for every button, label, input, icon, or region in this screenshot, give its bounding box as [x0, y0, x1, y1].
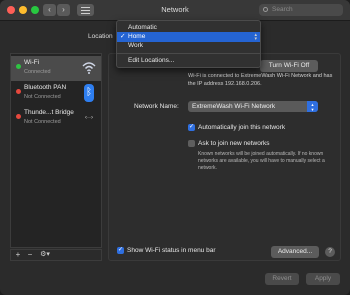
auto-join-checkbox[interactable]: ✓ [188, 124, 195, 131]
service-item-thunderbolt-bridge[interactable]: Thunde...t Bridge Not Connected ‹··› [11, 106, 101, 131]
service-list: Wi-Fi Connected Bluetooth PAN Not Connec… [10, 53, 102, 248]
status-dot [16, 64, 21, 69]
menu-separator [117, 53, 260, 54]
status-dot [16, 114, 21, 119]
ask-join-label: Ask to join new networks [198, 140, 270, 147]
show-status-checkbox[interactable]: ✓ [117, 247, 124, 254]
menu-item-label: Work [128, 42, 144, 49]
menu-item-work[interactable]: Work [117, 41, 260, 51]
service-status: Connected [24, 69, 51, 75]
up-down-arrows-icon: ▴ ▾ [254, 32, 257, 42]
service-status: Not Connected [24, 94, 61, 100]
menu-item-label: Automatic [128, 24, 157, 31]
menu-item-label: Home [128, 33, 146, 40]
network-name-label: Network Name: [134, 103, 179, 110]
service-name: Bluetooth PAN [24, 84, 67, 91]
service-item-bluetooth-pan[interactable]: Bluetooth PAN Not Connected ᛒ [11, 81, 101, 106]
apply-button[interactable]: Apply [306, 273, 340, 285]
select-arrows-icon: ▴ ▾ [307, 101, 318, 112]
bluetooth-icon: ᛒ [84, 84, 94, 102]
revert-button[interactable]: Revert [265, 273, 299, 285]
network-name-select[interactable]: ExtremeWash Wi-Fi Network ▴ ▾ [188, 101, 318, 112]
search-placeholder: Search [272, 6, 293, 13]
advanced-button[interactable]: Advanced... [271, 246, 319, 258]
service-item-wifi[interactable]: Wi-Fi Connected [11, 56, 101, 81]
network-window: ‹ › Network Search Location Automatic ✓ … [0, 0, 350, 295]
search-icon [263, 7, 268, 12]
gear-icon[interactable]: ⚙▾ [37, 250, 53, 260]
thunderbolt-icon: ‹··› [85, 115, 93, 121]
search-input[interactable]: Search [259, 4, 343, 16]
show-status-label: Show Wi-Fi status in menu bar [127, 247, 216, 254]
location-menu: Automatic ✓ Home ▴ ▾ Work Edit Locations.… [116, 20, 261, 68]
service-name: Wi-Fi [24, 59, 40, 66]
location-label: Location [88, 33, 113, 40]
add-service-button[interactable]: + [13, 250, 23, 260]
connection-info: Wi-Fi is connected to ExtremeWash Wi-Fi … [188, 73, 333, 87]
status-dot [16, 89, 21, 94]
title-bar: ‹ › Network Search [0, 0, 350, 21]
ask-join-checkbox[interactable] [188, 140, 195, 147]
menu-item-edit-locations[interactable]: Edit Locations... [117, 56, 260, 66]
auto-join-label: Automatically join this network [198, 124, 286, 131]
wifi-icon [82, 62, 96, 74]
menu-item-label: Edit Locations... [128, 57, 175, 64]
remove-service-button[interactable]: − [25, 250, 35, 260]
service-list-toolbar: + − ⚙▾ [10, 249, 102, 261]
ask-join-note: Known networks will be joined automatica… [198, 151, 325, 171]
service-status: Not Connected [24, 119, 61, 125]
service-name: Thunde...t Bridge [24, 109, 74, 116]
turn-wifi-off-button[interactable]: Turn Wi-Fi Off [260, 60, 318, 72]
help-button[interactable]: ? [325, 247, 335, 257]
network-name-value: ExtremeWash Wi-Fi Network [192, 103, 276, 110]
